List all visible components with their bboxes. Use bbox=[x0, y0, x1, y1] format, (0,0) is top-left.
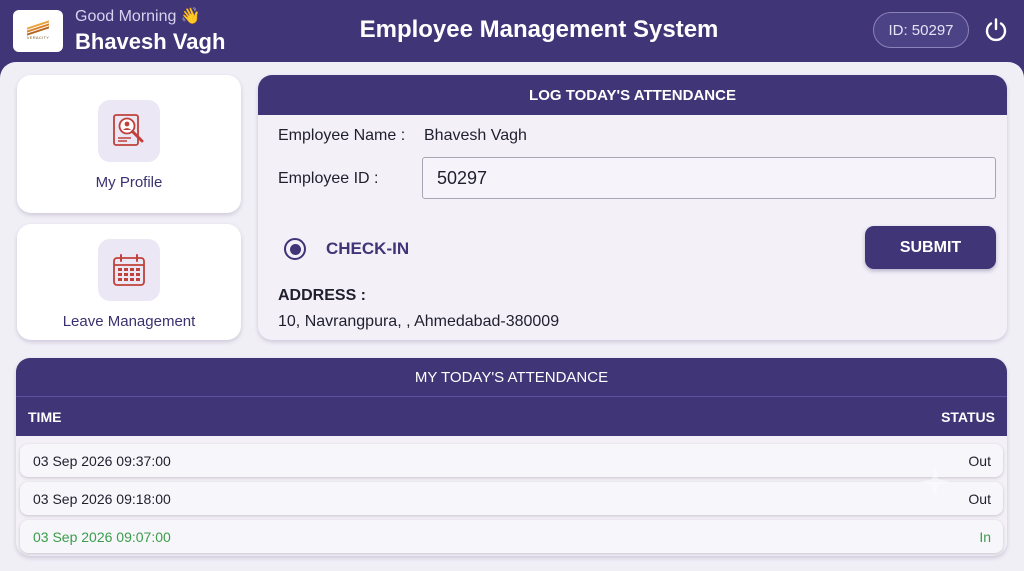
logo-text: VERACITY bbox=[26, 34, 50, 40]
row-status: Out bbox=[968, 452, 991, 469]
log-attendance-title: LOG TODAY'S ATTENDANCE bbox=[258, 75, 1007, 115]
greeting-label: Good Morning bbox=[75, 8, 177, 25]
row-time: 03 Sep 2026 09:37:00 bbox=[33, 452, 171, 469]
logout-button[interactable] bbox=[982, 16, 1010, 44]
profile-search-icon bbox=[98, 100, 160, 162]
column-header-time: TIME bbox=[28, 408, 62, 425]
today-attendance-title: MY TODAY'S ATTENDANCE bbox=[16, 358, 1007, 396]
check-in-radio[interactable] bbox=[284, 238, 306, 260]
employee-id-badge: ID: 50297 bbox=[873, 12, 969, 48]
radio-selected-dot bbox=[289, 243, 301, 255]
check-in-label[interactable]: CHECK-IN bbox=[326, 239, 409, 259]
row-time: 03 Sep 2026 09:18:00 bbox=[33, 490, 171, 507]
calendar-icon bbox=[98, 239, 160, 301]
table-row: 03 Sep 2026 09:07:00 In bbox=[20, 520, 1003, 553]
column-header-status: STATUS bbox=[941, 408, 995, 425]
table-row: 03 Sep 2026 09:18:00 Out bbox=[20, 482, 1003, 515]
row-status: In bbox=[979, 528, 991, 545]
user-name: Bhavesh Vagh bbox=[75, 29, 226, 54]
row-time: 03 Sep 2026 09:07:00 bbox=[33, 528, 171, 545]
greeting-text: Good Morning 👋 bbox=[75, 6, 201, 26]
address-label: ADDRESS : bbox=[278, 287, 367, 304]
submit-button[interactable]: SUBMIT bbox=[865, 226, 996, 269]
employee-id-field[interactable] bbox=[422, 157, 996, 199]
main-content: My Profile Leave Management LOG TODAY'S … bbox=[0, 62, 1024, 571]
address-value: 10, Navrangpura, , Ahmedabad-380009 bbox=[278, 313, 560, 330]
table-row: 03 Sep 2026 09:37:00 Out bbox=[20, 444, 1003, 477]
my-profile-tile[interactable]: My Profile bbox=[17, 75, 241, 213]
company-logo: VERACITY bbox=[13, 10, 63, 52]
app-header: VERACITY Good Morning 👋 Bhavesh Vagh Emp… bbox=[0, 0, 1024, 64]
sparkle-icon bbox=[920, 467, 950, 497]
leave-management-label: Leave Management bbox=[62, 313, 196, 330]
employee-name-value: Bhavesh Vagh bbox=[424, 127, 527, 144]
waving-hand-icon: 👋 bbox=[180, 8, 201, 25]
log-attendance-card: LOG TODAY'S ATTENDANCE Employee Name : B… bbox=[258, 75, 1007, 340]
employee-id-label: Employee ID : bbox=[278, 170, 379, 187]
logo-mark-icon bbox=[27, 19, 49, 36]
leave-management-tile[interactable]: Leave Management bbox=[17, 224, 241, 340]
table-header: TIME STATUS bbox=[16, 396, 1007, 436]
app-title: Employee Management System bbox=[359, 16, 719, 43]
today-attendance-card: MY TODAY'S ATTENDANCE TIME STATUS 03 Sep… bbox=[16, 358, 1007, 556]
power-icon bbox=[985, 18, 1007, 42]
row-status: Out bbox=[968, 490, 991, 507]
my-profile-label: My Profile bbox=[95, 174, 163, 191]
employee-name-label: Employee Name : bbox=[278, 127, 406, 144]
